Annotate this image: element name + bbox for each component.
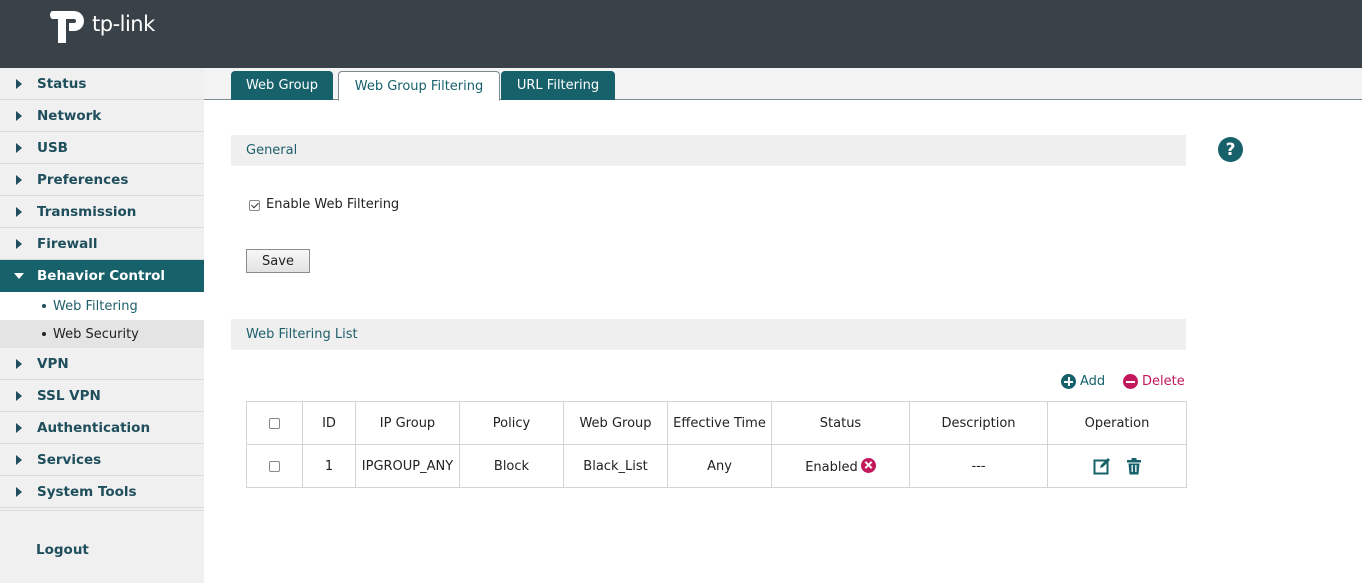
help-icon[interactable]: ? (1218, 137, 1243, 162)
sidebar-item-behavior-control[interactable]: Behavior Control (0, 260, 204, 292)
expand-arrow-icon (16, 143, 22, 153)
sidebar-item-label: Network (37, 107, 102, 124)
table-row: 1 IPGROUP_ANY Block Black_List Any Enabl… (246, 444, 1187, 488)
expand-arrow-icon (16, 487, 22, 497)
sidebar-item-authentication[interactable]: Authentication (0, 412, 204, 444)
expand-arrow-icon (16, 111, 22, 121)
tab-url-filtering[interactable]: URL Filtering (501, 71, 615, 100)
logo-text: tp-link (92, 12, 155, 36)
sidebar-item-ssl-vpn[interactable]: SSL VPN (0, 380, 204, 412)
add-button[interactable]: Add (1061, 374, 1105, 389)
trash-icon[interactable] (1127, 457, 1142, 475)
web-filtering-table: ID IP Group Policy Web Group Effective T… (246, 401, 1187, 488)
status-text: Enabled (805, 459, 858, 475)
sidebar-item-label: Preferences (37, 171, 129, 188)
status-cell: Enabled (771, 444, 910, 488)
sidebar: Status Network USB Preferences Transmiss… (0, 68, 204, 583)
expand-arrow-icon (16, 391, 22, 401)
sidebar-item-network[interactable]: Network (0, 100, 204, 132)
effective-time-cell: Any (667, 444, 772, 488)
delete-label: Delete (1142, 374, 1185, 389)
web-group-cell: Black_List (563, 444, 668, 488)
column-header: Web Group (563, 401, 668, 445)
plus-circle-icon (1061, 374, 1076, 389)
sidebar-subitem-web-security[interactable]: Web Security (0, 320, 204, 348)
logout-link[interactable]: Logout (36, 542, 89, 558)
bullet-icon (42, 304, 46, 308)
sidebar-item-label: USB (37, 139, 68, 156)
enable-web-filtering-label: Enable Web Filtering (266, 197, 400, 212)
column-header: Description (909, 401, 1048, 445)
select-all-checkbox[interactable] (269, 417, 280, 429)
edit-icon[interactable] (1093, 457, 1111, 475)
select-all-cell (246, 401, 303, 445)
sidebar-item-label: Authentication (37, 419, 151, 436)
column-header: Status (771, 401, 910, 445)
sidebar-item-label: Behavior Control (37, 267, 166, 284)
sidebar-item-firewall[interactable]: Firewall (0, 228, 204, 260)
delete-button[interactable]: Delete (1123, 374, 1185, 389)
sidebar-item-usb[interactable]: USB (0, 132, 204, 164)
tp-link-logo-icon (50, 11, 84, 43)
sidebar-item-label: System Tools (37, 483, 137, 500)
sidebar-item-label: Transmission (37, 203, 137, 220)
sidebar-item-preferences[interactable]: Preferences (0, 164, 204, 196)
expand-arrow-icon (16, 239, 22, 249)
sidebar-item-vpn[interactable]: VPN (0, 348, 204, 380)
sidebar-item-label: Firewall (37, 235, 98, 252)
ip-group-cell: IPGROUP_ANY (355, 444, 460, 488)
column-header: Operation (1047, 401, 1187, 445)
sidebar-subitem-label: Web Filtering (53, 298, 138, 314)
expand-arrow-icon (16, 359, 22, 369)
sidebar-item-status[interactable]: Status (0, 68, 204, 100)
sidebar-item-label: SSL VPN (37, 387, 101, 404)
description-cell: --- (909, 444, 1048, 488)
expand-arrow-icon (16, 175, 22, 185)
sidebar-item-services[interactable]: Services (0, 444, 204, 476)
sidebar-item-transmission[interactable]: Transmission (0, 196, 204, 228)
id-cell: 1 (302, 444, 356, 488)
general-section-header: General (231, 135, 1186, 166)
sidebar-item-system-tools[interactable]: System Tools (0, 476, 204, 508)
save-button[interactable]: Save (246, 249, 310, 273)
disable-x-icon[interactable] (860, 457, 876, 473)
column-header: IP Group (355, 401, 460, 445)
expand-arrow-icon (16, 455, 22, 465)
operation-cell (1047, 444, 1187, 488)
sidebar-item-label: Status (37, 75, 87, 92)
minus-circle-icon (1123, 374, 1138, 389)
top-bar: tp-link (0, 0, 1362, 68)
bullet-icon (42, 332, 46, 336)
web-filtering-list-header: Web Filtering List (231, 319, 1186, 350)
expand-arrow-icon (16, 79, 22, 89)
tab-bar: Web Group Web Group Filtering URL Filter… (204, 68, 1362, 101)
sidebar-item-label: VPN (37, 355, 69, 372)
collapse-arrow-icon (14, 273, 24, 279)
tab-web-group[interactable]: Web Group (231, 71, 333, 100)
row-checkbox[interactable] (269, 460, 280, 472)
sidebar-divider (0, 510, 204, 511)
policy-cell: Block (459, 444, 564, 488)
sidebar-subitem-web-filtering[interactable]: Web Filtering (0, 292, 204, 320)
tp-link-logo: tp-link (44, 3, 155, 47)
expand-arrow-icon (16, 207, 22, 217)
sidebar-item-label: Services (37, 451, 102, 468)
enable-web-filtering-checkbox[interactable] (249, 200, 260, 211)
expand-arrow-icon (16, 423, 22, 433)
column-header: Policy (459, 401, 564, 445)
tab-web-group-filtering[interactable]: Web Group Filtering (338, 71, 500, 101)
column-header: ID (302, 401, 356, 445)
sidebar-subitem-label: Web Security (53, 326, 139, 342)
table-header-row: ID IP Group Policy Web Group Effective T… (246, 401, 1187, 445)
row-select-cell (246, 444, 303, 488)
column-header: Effective Time (667, 401, 772, 445)
add-label: Add (1080, 374, 1106, 389)
